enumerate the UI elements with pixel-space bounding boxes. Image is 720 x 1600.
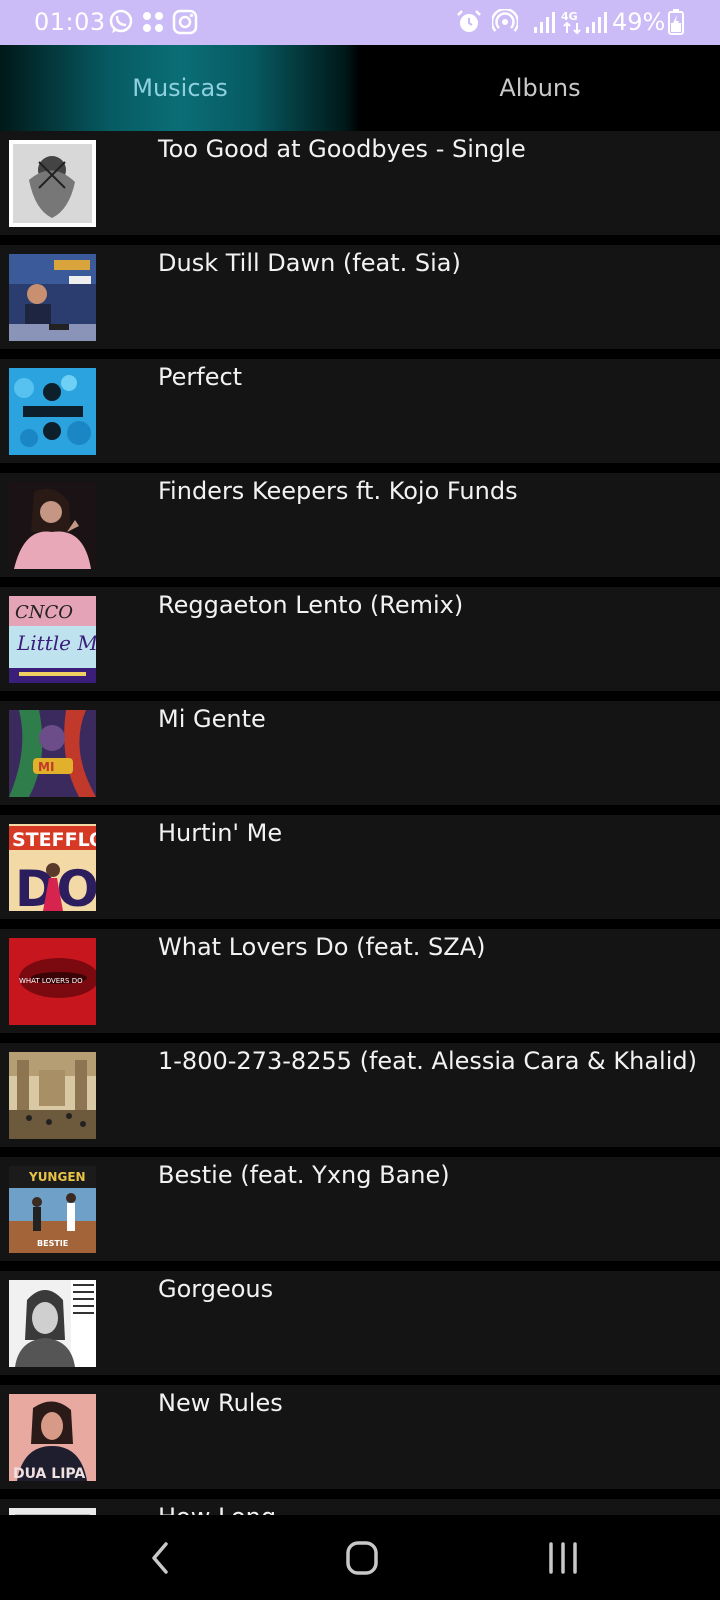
song-title: What Lovers Do (feat. SZA)	[158, 933, 486, 961]
recents-icon[interactable]	[538, 1535, 588, 1581]
song-row-what-lovers-do[interactable]: WHAT LOVERS DO What Lovers Do (feat. SZA…	[0, 929, 720, 1033]
song-title: Dusk Till Dawn (feat. Sia)	[158, 249, 461, 277]
home-icon[interactable]	[337, 1535, 387, 1581]
song-row-gorgeous[interactable]: Gorgeous	[0, 1271, 720, 1375]
album-art-finders-keepers	[9, 482, 96, 569]
whatsapp-icon	[109, 9, 133, 33]
battery-icon	[668, 9, 684, 35]
album-art-bestie: YUNGEN BESTIE	[9, 1166, 96, 1253]
album-art-1-800-273-8255	[9, 1052, 96, 1139]
album-art-reggaeton-lento: CNCO Little Mix	[9, 596, 96, 683]
svg-text:BESTIE: BESTIE	[37, 1239, 68, 1248]
song-row-how-long[interactable]: How Long	[0, 1499, 720, 1515]
tab-bar: Musicas Albuns	[0, 45, 720, 131]
song-title: 1-800-273-8255 (feat. Alessia Cara & Kha…	[158, 1047, 697, 1075]
tab-musicas[interactable]: Musicas	[0, 45, 360, 131]
back-icon[interactable]	[135, 1535, 185, 1581]
song-row-finders-keepers[interactable]: Finders Keepers ft. Kojo Funds	[0, 473, 720, 577]
signal-icon	[534, 12, 555, 33]
album-art-new-rules: DUA LIPA	[9, 1394, 96, 1481]
svg-text:WHAT LOVERS DO: WHAT LOVERS DO	[19, 977, 83, 985]
signal-icon	[586, 12, 607, 33]
svg-text:YUNGEN: YUNGEN	[28, 1170, 86, 1184]
song-title: Too Good at Goodbyes - Single	[158, 135, 526, 163]
svg-text:CNCO: CNCO	[15, 602, 73, 623]
song-row-mi-gente[interactable]: MI Mi Gente	[0, 701, 720, 805]
svg-text:STEFFLON: STEFFLON	[12, 829, 96, 851]
song-title: How Long	[158, 1503, 276, 1515]
album-art-dusk-till-dawn	[9, 254, 96, 341]
song-row-1-800-273-8255[interactable]: 1-800-273-8255 (feat. Alessia Cara & Kha…	[0, 1043, 720, 1147]
song-row-too-good-at-goodbyes[interactable]: Too Good at Goodbyes - Single	[0, 131, 720, 235]
song-row-perfect[interactable]: Perfect	[0, 359, 720, 463]
song-title: Reggaeton Lento (Remix)	[158, 591, 464, 619]
album-art-how-long	[9, 1508, 96, 1515]
album-art-too-good-at-goodbyes	[9, 140, 96, 227]
tab-albuns-label: Albuns	[499, 74, 581, 102]
album-art-mi-gente: MI	[9, 710, 96, 797]
song-title: New Rules	[158, 1389, 283, 1417]
album-art-hurtin-me: STEFFLON DON	[9, 824, 96, 911]
svg-text:4G: 4G	[561, 10, 578, 23]
4g-icon: 4G	[561, 10, 581, 35]
song-row-dusk-till-dawn[interactable]: Dusk Till Dawn (feat. Sia)	[0, 245, 720, 349]
song-title: Bestie (feat. Yxng Bane)	[158, 1161, 450, 1189]
svg-text:DUA LIPA: DUA LIPA	[13, 1466, 85, 1481]
battery-percent: 49%	[612, 8, 666, 36]
tab-albuns[interactable]: Albuns	[360, 45, 720, 131]
song-title: Mi Gente	[158, 705, 266, 733]
tab-musicas-label: Musicas	[132, 74, 228, 102]
svg-text:Little Mix: Little Mix	[16, 631, 96, 655]
song-title: Perfect	[158, 363, 243, 391]
song-row-hurtin-me[interactable]: STEFFLON DON Hurtin' Me	[0, 815, 720, 919]
hotspot-icon	[492, 9, 518, 32]
song-title: Gorgeous	[158, 1275, 274, 1303]
instagram-icon	[172, 9, 198, 35]
status-time: 01:03	[34, 8, 106, 36]
song-row-reggaeton-lento[interactable]: CNCO Little Mix Reggaeton Lento (Remix)	[0, 587, 720, 691]
album-art-gorgeous	[9, 1280, 96, 1367]
apps-icon	[143, 12, 163, 32]
song-row-bestie[interactable]: YUNGEN BESTIE Bestie (feat. Yxng Bane)	[0, 1157, 720, 1261]
song-list[interactable]: Too Good at Goodbyes - Single Dusk Till …	[0, 131, 720, 1515]
song-row-new-rules[interactable]: DUA LIPA New Rules	[0, 1385, 720, 1489]
navigation-bar	[0, 1515, 720, 1600]
song-title: Finders Keepers ft. Kojo Funds	[158, 477, 518, 505]
album-art-what-lovers-do: WHAT LOVERS DO	[9, 938, 96, 1025]
album-art-perfect	[9, 368, 96, 455]
alarm-icon	[457, 10, 481, 32]
status-bar: 01:03 4G 49%	[0, 0, 720, 45]
svg-text:MI: MI	[38, 760, 54, 774]
song-title: Hurtin' Me	[158, 819, 283, 847]
